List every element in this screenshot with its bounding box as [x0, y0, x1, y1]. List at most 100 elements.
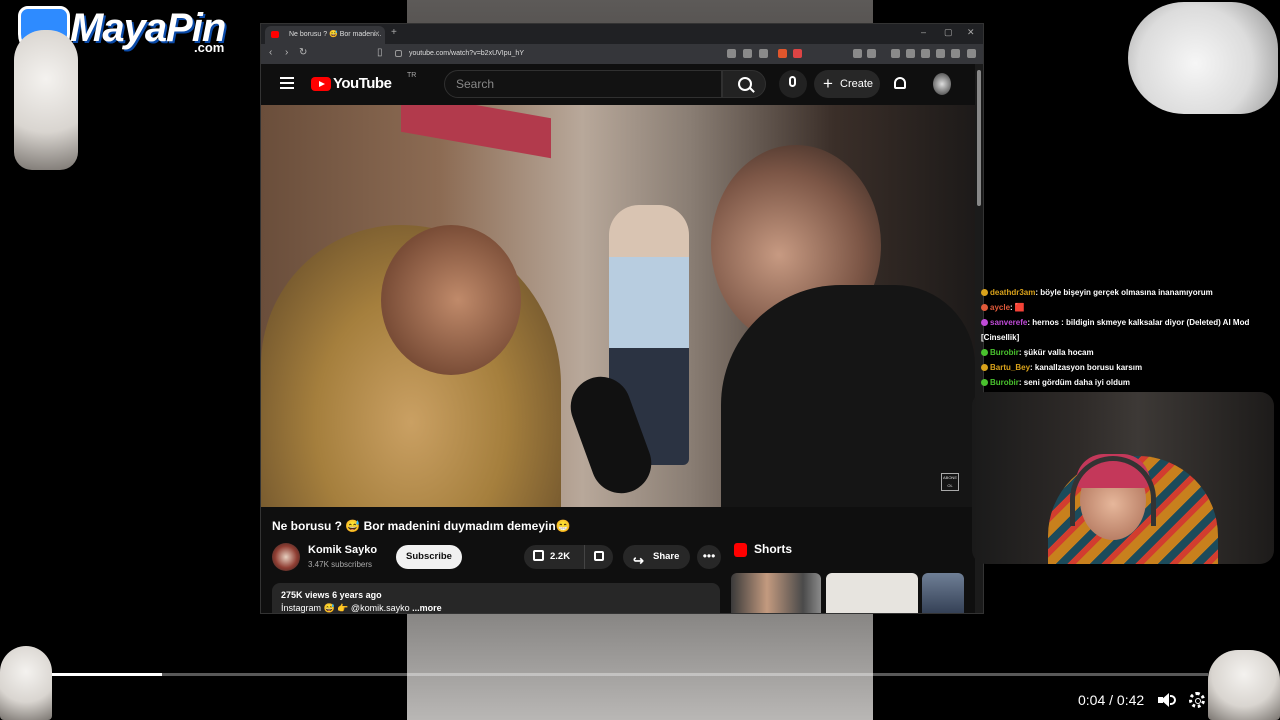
chat-message: Burobir: seni gördüm daha iyi oldum [981, 375, 1271, 390]
tab-title: Ne borusu ? 😅 Bor madeni... [289, 31, 382, 38]
time-display: 0:04 / 0:42 [1078, 692, 1145, 708]
chat-badge-icon [981, 289, 988, 297]
youtube-play-icon [311, 77, 331, 91]
share-button[interactable]: ↪ Share [623, 545, 690, 569]
chat-username[interactable]: aycle [990, 303, 1010, 312]
tab-bar: Ne borusu ? 😅 Bor madeni... ✕ + – ▢ ✕ [261, 24, 983, 44]
chat-message: deathdr3am: böyle bişeyin gerçek olmasın… [981, 285, 1271, 300]
volume-icon[interactable] [1158, 693, 1176, 707]
video-title: Ne borusu ? 😅 Bor madenini duymadım deme… [272, 519, 571, 533]
music-icon[interactable] [891, 49, 900, 58]
search-input[interactable]: Search [444, 70, 722, 98]
share-label: Share [653, 551, 680, 562]
search-icon [738, 77, 752, 91]
zoom-icon[interactable] [727, 49, 736, 58]
chat-text: : kanallzasyon borusu karsım [1030, 363, 1143, 372]
subscribe-button[interactable]: Subscribe [396, 545, 462, 569]
create-button[interactable]: + Create [814, 70, 880, 98]
chat-username[interactable]: sanverefe [990, 318, 1027, 327]
video-frame-awning [401, 105, 551, 159]
share-arrow-icon: ↪ [633, 553, 644, 568]
voice-search-button[interactable] [779, 70, 807, 98]
like-count: 2.2K [550, 551, 571, 562]
progress-bar-track[interactable] [52, 673, 1208, 676]
chat-message: aycle: 🟥 [981, 300, 1271, 315]
chat-username[interactable]: deathdr3am [990, 288, 1035, 297]
cat-sticker-bottom-right [1208, 650, 1280, 720]
description-more-link[interactable]: ...more [412, 603, 442, 613]
extension-icon[interactable] [867, 49, 876, 58]
vpn-icon[interactable] [951, 49, 960, 58]
settings-gear-icon[interactable] [1189, 692, 1205, 708]
cat-sticker-bottom-left [0, 646, 52, 720]
extensions-puzzle-icon[interactable] [936, 49, 945, 58]
country-code: TR [407, 72, 417, 79]
shorts-heading: Shorts [734, 542, 793, 557]
more-actions-button[interactable]: ••• [697, 545, 721, 569]
chat-badge-icon [981, 304, 988, 312]
scrollbar-thumb[interactable] [977, 70, 981, 206]
close-tab-icon[interactable]: ✕ [374, 26, 380, 44]
search-button[interactable] [722, 70, 766, 98]
chat-badge-icon [981, 319, 988, 327]
subscribe-watermark[interactable]: ABONE OL [941, 473, 959, 491]
chat-username[interactable]: Burobir [990, 348, 1019, 357]
video-frame-person-right [721, 285, 975, 507]
notifications-bell-icon[interactable] [894, 77, 906, 89]
youtube-favicon-icon [271, 31, 279, 38]
browser-tab[interactable]: Ne borusu ? 😅 Bor madeni... ✕ [265, 26, 385, 44]
channel-name[interactable]: Komik Sayko [308, 544, 377, 556]
dislike-button[interactable] [584, 545, 613, 569]
chat-message: Bartu_Bey: kanallzasyon borusu karsım [981, 360, 1271, 375]
minimize-button[interactable]: – [921, 27, 926, 37]
back-icon[interactable]: ‹ [269, 47, 272, 58]
chat-text: : 🟥 [1010, 303, 1025, 312]
short-thumbnail[interactable] [826, 573, 918, 613]
chat-badge-icon [981, 364, 988, 372]
rewards-icon[interactable] [793, 49, 802, 58]
channel-avatar[interactable] [272, 543, 300, 571]
shorts-icon [734, 543, 747, 557]
chat-badge-icon [981, 379, 988, 387]
new-tab-button[interactable]: + [391, 27, 397, 38]
chat-text: : hernos : bildigin skmeye kalksalar diy… [1027, 318, 1250, 327]
extension-icon[interactable] [853, 49, 862, 58]
description-box[interactable]: 275K views 6 years ago İnstagram 😅 👉 @ko… [272, 583, 720, 613]
like-button[interactable]: 2.2K [524, 545, 580, 569]
thumbs-down-icon [594, 551, 604, 561]
maximize-button[interactable]: ▢ [944, 27, 953, 38]
chat-username[interactable]: Burobir [990, 378, 1019, 387]
create-label: Create [840, 78, 874, 90]
chat-message: [Cinsellik] [981, 330, 1271, 345]
wallet-icon[interactable] [921, 49, 930, 58]
view-count: 275K views [281, 590, 330, 600]
sidebar-icon[interactable] [906, 49, 915, 58]
account-avatar[interactable] [933, 73, 951, 95]
video-player[interactable]: ABONE OL [261, 105, 975, 507]
youtube-wordmark: YouTube [333, 75, 392, 92]
video-stats: 275K views 6 years ago [281, 590, 382, 600]
cast-icon[interactable] [743, 49, 752, 58]
reload-icon[interactable]: ↻ [299, 47, 307, 58]
short-thumbnail[interactable] [922, 573, 964, 613]
menu-icon[interactable] [967, 49, 976, 58]
hamburger-menu-icon[interactable] [280, 77, 294, 89]
chat-username[interactable]: Bartu_Bey [990, 363, 1030, 372]
short-thumbnail[interactable] [731, 573, 821, 613]
close-window-button[interactable]: ✕ [967, 27, 975, 38]
site-info-icon[interactable] [395, 50, 402, 57]
like-dislike-group: 2.2K [524, 545, 613, 569]
share-page-icon[interactable] [759, 49, 768, 58]
chat-text: [Cinsellik] [981, 333, 1020, 342]
thumbs-up-icon [533, 550, 544, 561]
brave-shield-icon[interactable] [778, 49, 787, 58]
bookmark-icon[interactable]: ▯ [377, 47, 383, 58]
forward-icon[interactable]: › [285, 47, 288, 58]
shorts-label: Shorts [754, 542, 793, 556]
chat-message: Burobir: şükür valla hocam [981, 345, 1271, 360]
channel-subscriber-count: 3.47K subscribers [308, 560, 373, 569]
youtube-header: YouTube TR Search + Create [261, 64, 975, 104]
stream-chat: deathdr3am: böyle bişeyin gerçek olmasın… [981, 285, 1271, 390]
progress-bar-fill[interactable] [52, 673, 163, 676]
cat-sticker-top-right [1128, 2, 1278, 114]
